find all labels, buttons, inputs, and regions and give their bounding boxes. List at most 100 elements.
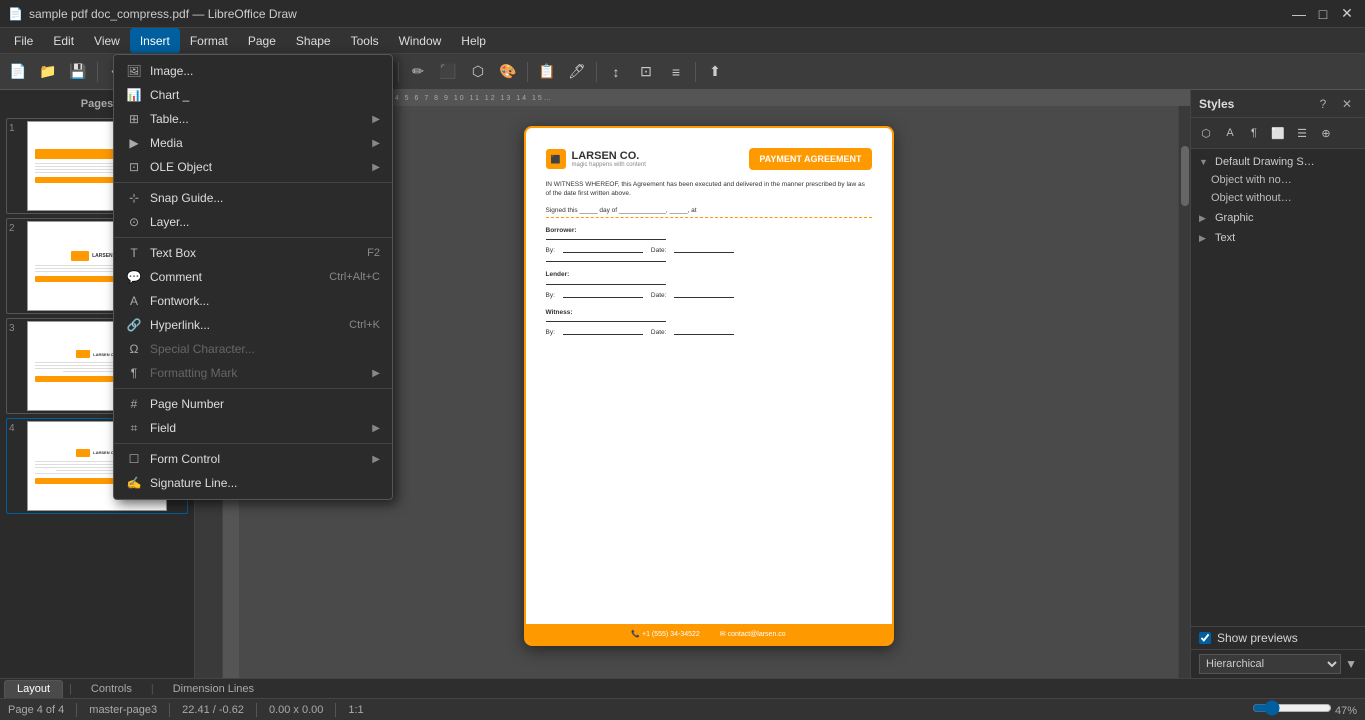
style-item-obj-with[interactable]: Object with no… [1191, 171, 1365, 189]
paste-button[interactable]: 🖊 [563, 58, 591, 86]
menu-insert[interactable]: Insert [130, 28, 180, 53]
save-button[interactable]: 💾 [64, 58, 92, 86]
titlebar: 📄 sample pdf doc_compress.pdf — LibreOff… [0, 0, 1365, 28]
image-label: Image... [150, 64, 380, 78]
close-button[interactable]: ✕ [1337, 4, 1357, 24]
menu-shape[interactable]: Shape [286, 28, 341, 53]
drawing-styles-button[interactable]: ⬡ [1195, 122, 1217, 144]
menu-item-chart[interactable]: 📊 Chart _ [114, 83, 392, 107]
menu-item-special-char: Ω Special Character... [114, 337, 392, 361]
by-label-2: By: [546, 291, 555, 300]
menu-item-image[interactable]: 🖼 Image... [114, 59, 392, 83]
style-item-obj-without[interactable]: Object without… [1191, 189, 1365, 207]
company-tagline: magic happens with content [572, 162, 646, 168]
doc-logo: ⬛ LARSEN CO. magic happens with content [546, 149, 750, 169]
maximize-button[interactable]: □ [1313, 4, 1333, 24]
dropdown-arrow-icon: ▼ [1345, 657, 1357, 671]
vertical-scrollbar[interactable] [1178, 106, 1190, 678]
minimize-button[interactable]: — [1289, 4, 1309, 24]
style-group-default-header[interactable]: ▼ Default Drawing S… [1191, 153, 1365, 171]
menu-page[interactable]: Page [238, 28, 286, 53]
menu-item-page-number[interactable]: # Page Number [114, 392, 392, 416]
insert-dropdown-menu: 🖼 Image... 📊 Chart _ ⊞ Table... ▶ ▶ Medi… [113, 54, 393, 500]
menu-item-form-control[interactable]: ☐ Form Control ▶ [114, 447, 392, 471]
export-button[interactable]: ⬆ [701, 58, 729, 86]
edit-mode-button[interactable]: ✏ [404, 58, 432, 86]
form-control-icon: ☐ [126, 451, 142, 467]
dimensions: 0.00 x 0.00 [269, 704, 323, 716]
signed-line: Signed this _____ day of _____________, … [546, 206, 872, 218]
ole-submenu-arrow: ▶ [372, 162, 380, 173]
comment-shortcut: Ctrl+Alt+C [329, 271, 380, 283]
borrower-line [546, 239, 666, 240]
transform-button[interactable]: ↕ [602, 58, 630, 86]
menu-tools[interactable]: Tools [341, 28, 389, 53]
menu-item-fontwork[interactable]: A Fontwork... [114, 289, 392, 313]
scrollbar-thumb[interactable] [1181, 146, 1189, 206]
tab-layout[interactable]: Layout [4, 680, 63, 698]
menu-view[interactable]: View [84, 28, 130, 53]
menu-item-snap[interactable]: ⊹ Snap Guide... [114, 186, 392, 210]
doc-footer: 📞 +1 (555) 34-34522 ✉ contact@larsen.co [526, 624, 892, 644]
tab-dimension-lines[interactable]: Dimension Lines [160, 680, 267, 698]
fill-color-button[interactable]: 🎨 [494, 58, 522, 86]
styles-toolbar: ⬡ A ¶ ⬜ ☰ ⊕ [1191, 118, 1365, 149]
status-bar: Page 4 of 4 master-page3 22.41 / -0.62 0… [0, 698, 1365, 720]
menu-item-hyperlink[interactable]: 🔗 Hyperlink... Ctrl+K [114, 313, 392, 337]
menu-file[interactable]: File [4, 28, 43, 53]
style-group-text-header[interactable]: ▶ Text [1191, 229, 1365, 247]
menu-help[interactable]: Help [451, 28, 496, 53]
table-submenu-arrow: ▶ [372, 114, 380, 125]
menu-edit[interactable]: Edit [43, 28, 84, 53]
menu-item-table[interactable]: ⊞ Table... ▶ [114, 107, 392, 131]
scale: 1:1 [348, 704, 363, 716]
styles-close-icon[interactable]: ✕ [1337, 94, 1357, 114]
table-icon: ⊞ [126, 111, 142, 127]
window-controls[interactable]: — □ ✕ [1289, 4, 1357, 24]
menu-item-media[interactable]: ▶ Media ▶ [114, 131, 392, 155]
arrange-button[interactable]: ⊡ [632, 58, 660, 86]
copy-button[interactable]: 📋 [533, 58, 561, 86]
special-char-icon: Ω [126, 341, 142, 357]
snap-label: Snap Guide... [150, 191, 380, 205]
align-button[interactable]: ≡ [662, 58, 690, 86]
chart-icon: 📊 [126, 87, 142, 103]
menu-item-field[interactable]: ⌗ Field ▶ [114, 416, 392, 440]
style-filter-dropdown[interactable]: Hierarchical All Styles Applied Styles [1199, 654, 1341, 674]
expand-icon-default: ▼ [1199, 157, 1211, 167]
lender-label: Lender: [546, 270, 872, 279]
menu-item-signature[interactable]: ✍ Signature Line... [114, 471, 392, 495]
date-label-1: Date: [651, 246, 667, 255]
sep-3 [114, 388, 392, 389]
open-button[interactable]: 📁 [34, 58, 62, 86]
line-color-button[interactable]: ⬡ [464, 58, 492, 86]
new-style-button[interactable]: ⊕ [1315, 122, 1337, 144]
menu-item-textbox[interactable]: T Text Box F2 [114, 241, 392, 265]
date-field-1 [674, 248, 734, 253]
show-previews-label: Show previews [1217, 631, 1298, 645]
new-button[interactable]: 📄 [4, 58, 32, 86]
comment-label: Comment [150, 270, 321, 284]
tab-controls[interactable]: Controls [78, 680, 145, 698]
menu-format[interactable]: Format [180, 28, 238, 53]
signature-icon: ✍ [126, 475, 142, 491]
menu-item-ole[interactable]: ⊡ OLE Object ▶ [114, 155, 392, 179]
snap-icon: ⊹ [126, 190, 142, 206]
character-styles-button[interactable]: A [1219, 122, 1241, 144]
shadow-button[interactable]: ⬛ [434, 58, 462, 86]
field-icon: ⌗ [126, 420, 142, 436]
para-styles-button[interactable]: ¶ [1243, 122, 1265, 144]
toolbar-sep-5 [527, 62, 528, 82]
menu-item-comment[interactable]: 💬 Comment Ctrl+Alt+C [114, 265, 392, 289]
styles-help-icon[interactable]: ? [1313, 94, 1333, 114]
menu-item-layer[interactable]: ⊙ Layer... [114, 210, 392, 234]
menu-window[interactable]: Window [389, 28, 452, 53]
style-group-graphic-header[interactable]: ▶ Graphic [1191, 209, 1365, 227]
style-group-graphic-label: Graphic [1215, 212, 1254, 224]
special-char-label: Special Character... [150, 342, 380, 356]
style-group-graphic: ▶ Graphic [1191, 209, 1365, 227]
frame-styles-button[interactable]: ⬜ [1267, 122, 1289, 144]
zoom-slider[interactable] [1252, 702, 1332, 714]
show-previews-checkbox[interactable] [1199, 632, 1211, 644]
list-styles-button[interactable]: ☰ [1291, 122, 1313, 144]
